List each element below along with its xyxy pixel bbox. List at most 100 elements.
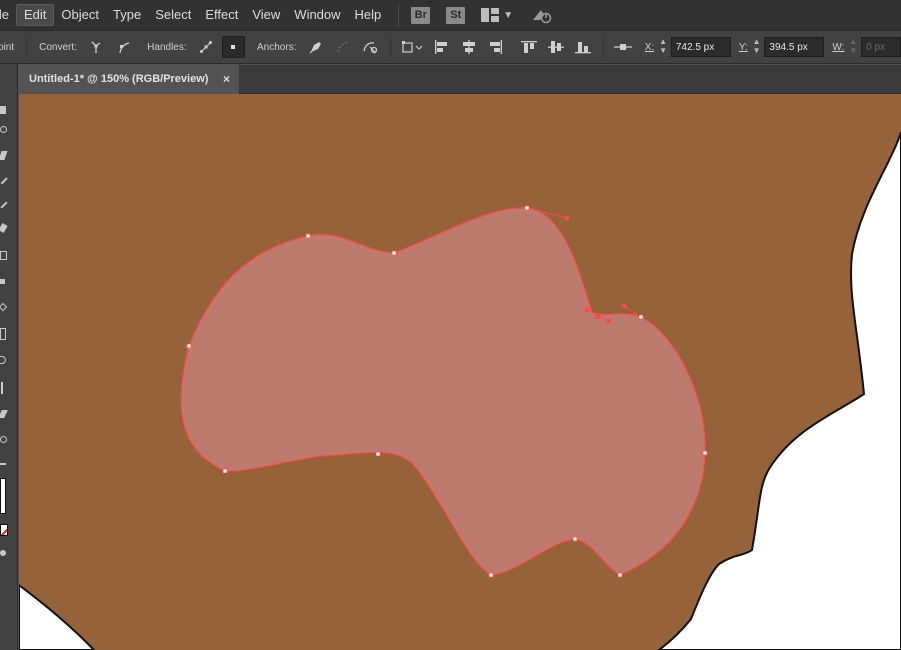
rotate-tool-icon[interactable] (0, 250, 10, 262)
width-spinner[interactable]: ▲ ▼ (848, 37, 858, 57)
align-right-icon (489, 40, 502, 54)
y-coordinate-input[interactable] (764, 37, 825, 57)
bezier-handle-point[interactable] (564, 215, 570, 221)
artwork (19, 131, 901, 650)
hide-handles-button[interactable] (221, 36, 245, 58)
document-tab[interactable]: Untitled-1* @ 150% (RGB/Preview) × (19, 65, 239, 94)
reference-point-icon (614, 44, 633, 50)
reference-point-button[interactable] (612, 36, 635, 58)
control-separator (389, 37, 391, 57)
align-vertical-center-icon (547, 41, 564, 53)
bezier-handle-point[interactable] (584, 307, 590, 313)
align-bottom-button[interactable] (572, 36, 595, 58)
control-separator (26, 37, 28, 57)
y-spinner[interactable]: ▲ ▼ (752, 37, 762, 57)
align-to-selection-button[interactable] (399, 36, 426, 58)
close-icon[interactable]: × (223, 65, 230, 94)
bezier-handle-point[interactable] (606, 318, 612, 324)
blend-tool-icon[interactable] (0, 408, 10, 420)
align-right-button[interactable] (484, 36, 507, 58)
pen-tool-icon (309, 42, 322, 54)
menu-effect[interactable]: Effect (198, 4, 245, 26)
control-separator (602, 37, 604, 57)
shape-builder-tool-icon[interactable] (0, 302, 10, 314)
artboard-tool-icon[interactable] (0, 328, 10, 340)
align-middle-button[interactable] (544, 36, 567, 58)
cut-path-icon (363, 42, 378, 54)
anchor-point[interactable] (638, 314, 644, 320)
width-label: W: (832, 41, 845, 53)
direct-selection-tool-icon[interactable] (0, 104, 10, 116)
menu-select[interactable]: Select (148, 4, 198, 26)
document-tab-bar: Untitled-1* @ 150% (RGB/Preview) × (19, 65, 901, 94)
drawing-mode-icon[interactable] (0, 548, 10, 560)
remove-anchor-button[interactable] (304, 36, 327, 58)
document-tab-title: Untitled-1* @ 150% (RGB/Preview) (29, 73, 209, 85)
hide-handles-icon (231, 45, 236, 49)
show-handles-button[interactable] (195, 36, 218, 58)
anchor-point[interactable] (375, 451, 381, 457)
menu-file[interactable]: ile (0, 4, 16, 26)
align-center-button[interactable] (457, 36, 480, 58)
menu-separator (398, 4, 400, 26)
eyedropper-tool-icon[interactable] (0, 382, 10, 394)
none-color-swatch[interactable] (0, 524, 8, 536)
anchor-point[interactable] (702, 450, 708, 456)
anchor-point[interactable] (572, 536, 578, 542)
pen-tool-icon[interactable] (0, 150, 10, 162)
stock-button[interactable]: St (446, 6, 466, 24)
x-spinner[interactable]: ▲ ▼ (658, 37, 668, 57)
corner-point-icon (91, 41, 101, 53)
swap-colors-icon[interactable] (0, 460, 10, 472)
anchor-point[interactable] (617, 572, 623, 578)
menu-view[interactable]: View (245, 4, 287, 26)
show-handles-icon (200, 41, 213, 53)
anchor-point[interactable] (305, 233, 311, 239)
anchor-point[interactable] (488, 572, 494, 578)
convert-to-corner-button[interactable] (85, 36, 108, 58)
align-horizontal-center-icon (462, 40, 475, 54)
artboard-canvas[interactable] (19, 94, 901, 650)
align-top-icon (520, 41, 537, 53)
bezier-handle-point[interactable] (621, 303, 627, 309)
align-left-button[interactable] (430, 36, 453, 58)
align-to-icon (402, 41, 423, 53)
type-tool-icon[interactable] (0, 174, 10, 186)
smooth-point-icon (118, 42, 129, 54)
anchor-point[interactable] (222, 468, 228, 474)
align-top-button[interactable] (517, 36, 540, 58)
convert-to-smooth-button[interactable] (112, 36, 135, 58)
paintbrush-tool-icon[interactable] (0, 222, 10, 234)
lasso-tool-icon[interactable] (0, 124, 10, 136)
arrange-documents-icon[interactable] (481, 8, 500, 22)
menu-help[interactable]: Help (348, 4, 389, 26)
menu-edit[interactable]: Edit (16, 4, 55, 26)
menu-window[interactable]: Window (287, 4, 347, 26)
anchor-point-label: oint (0, 41, 15, 53)
selected-anchor-point[interactable] (595, 314, 600, 319)
y-coordinate-label: Y: (738, 41, 748, 53)
menu-bar: ile Edit Object Type Select Effect View … (0, 0, 901, 30)
align-bottom-icon (575, 42, 592, 54)
chevron-down-icon[interactable]: ▼ (503, 10, 513, 21)
menu-object[interactable]: Object (54, 4, 106, 26)
anchor-point[interactable] (186, 343, 192, 349)
x-coordinate-label: X: (644, 41, 655, 53)
anchor-point[interactable] (524, 205, 530, 211)
x-coordinate-input[interactable] (670, 37, 731, 57)
width-input[interactable] (861, 37, 901, 57)
zoom-tool-icon[interactable] (0, 434, 10, 446)
control-bar: oint Convert: Handles: Anchors: X: ▲ ▼ 7… (0, 30, 901, 64)
anchor-point[interactable] (391, 250, 397, 256)
fill-color-swatch[interactable] (0, 478, 6, 514)
connect-anchors-button[interactable] (332, 36, 355, 58)
menu-type[interactable]: Type (106, 4, 148, 26)
bridge-button[interactable]: Br (411, 6, 431, 24)
cut-path-button[interactable] (359, 36, 382, 58)
line-tool-icon[interactable] (0, 198, 10, 210)
handles-label: Handles: (147, 41, 187, 53)
hand-tool-icon[interactable] (0, 354, 10, 366)
sync-status-icon[interactable] (531, 6, 553, 24)
selected-path-shape[interactable] (180, 207, 706, 576)
width-tool-icon[interactable] (0, 276, 10, 288)
